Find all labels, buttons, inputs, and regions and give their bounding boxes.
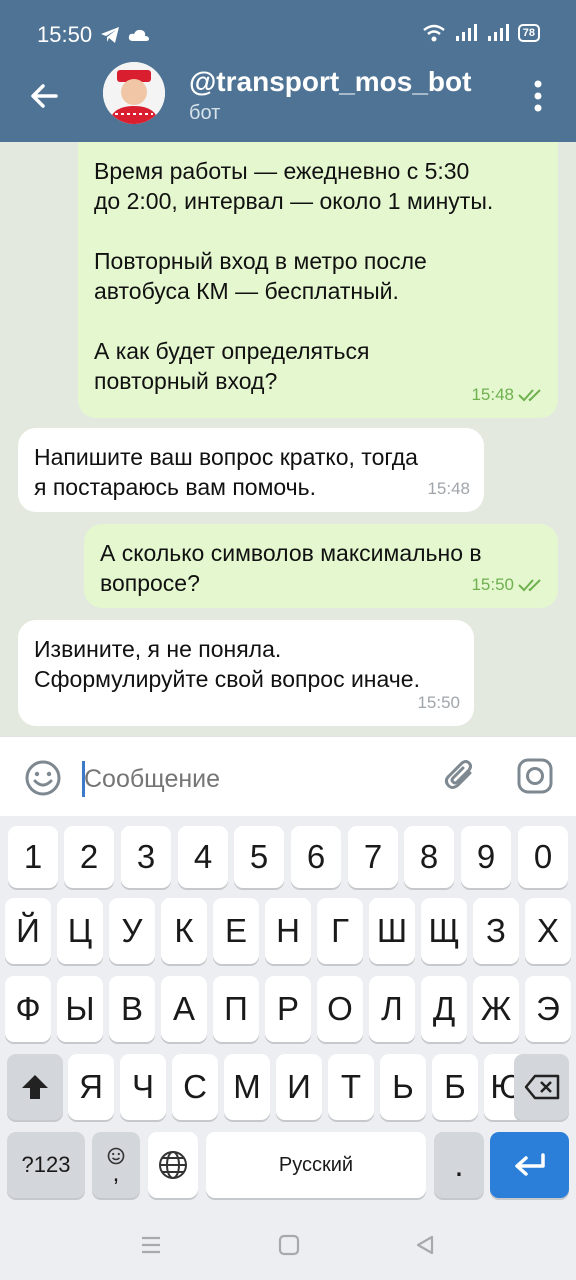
emoji-icon[interactable] bbox=[24, 759, 62, 797]
message-bubble-incoming[interactable]: Извините, я не поняла. Сформулируйте сво… bbox=[18, 620, 474, 726]
key-letter[interactable]: Л bbox=[369, 976, 415, 1042]
chat-header: @transport_mos_bot бот bbox=[0, 52, 576, 142]
key-letter[interactable]: Э bbox=[525, 976, 571, 1042]
key-3[interactable]: 3 bbox=[121, 826, 171, 888]
globe-icon bbox=[159, 1151, 187, 1179]
signal-icon-2 bbox=[487, 24, 509, 41]
key-letter[interactable]: Е bbox=[213, 898, 259, 964]
key-letter[interactable]: А bbox=[161, 976, 207, 1042]
telegram-icon bbox=[101, 27, 119, 43]
attach-icon[interactable] bbox=[442, 757, 480, 795]
enter-arrow-icon bbox=[514, 1153, 545, 1176]
key-letter[interactable]: Т bbox=[328, 1054, 374, 1120]
message-time: 15:50 bbox=[417, 693, 460, 712]
key-4[interactable]: 4 bbox=[178, 826, 228, 888]
key-letter[interactable]: П bbox=[213, 976, 259, 1042]
bot-avatar[interactable] bbox=[103, 62, 165, 124]
message-bubble-outgoing[interactable]: Время работы — ежедневно с 5:30 до 2:00,… bbox=[78, 142, 558, 418]
wifi-icon bbox=[422, 24, 445, 42]
emoji-comma-key[interactable]: , bbox=[92, 1132, 140, 1198]
key-letter[interactable]: З bbox=[473, 898, 519, 964]
key-1[interactable]: 1 bbox=[8, 826, 58, 888]
enter-key[interactable] bbox=[490, 1132, 569, 1198]
back-triangle-icon[interactable] bbox=[414, 1234, 436, 1256]
chat-subtitle: бот bbox=[189, 102, 221, 124]
key-letter[interactable]: С bbox=[172, 1054, 218, 1120]
recents-menu-icon[interactable] bbox=[140, 1236, 162, 1254]
key-letter[interactable]: Ч bbox=[120, 1054, 166, 1120]
key-letter[interactable]: В bbox=[109, 976, 155, 1042]
key-letter[interactable]: Ш bbox=[369, 898, 415, 964]
key-9[interactable]: 9 bbox=[461, 826, 511, 888]
key-letter[interactable]: Щ bbox=[421, 898, 467, 964]
key-letter[interactable]: У bbox=[109, 898, 155, 964]
symbols-key[interactable]: ?123 bbox=[7, 1132, 85, 1198]
key-letter[interactable]: Ь bbox=[380, 1054, 426, 1120]
key-letter[interactable]: Й bbox=[5, 898, 51, 964]
key-7[interactable]: 7 bbox=[348, 826, 398, 888]
message-input[interactable] bbox=[84, 763, 414, 795]
key-0[interactable]: 0 bbox=[518, 826, 568, 888]
key-letter[interactable]: Ц bbox=[57, 898, 103, 964]
avatar-image bbox=[103, 62, 165, 124]
key-5[interactable]: 5 bbox=[234, 826, 284, 888]
shift-key[interactable] bbox=[7, 1054, 63, 1120]
key-2[interactable]: 2 bbox=[64, 826, 114, 888]
double-check-icon bbox=[518, 579, 541, 592]
key-letter[interactable]: Д bbox=[421, 976, 467, 1042]
key-letter[interactable]: О bbox=[317, 976, 363, 1042]
key-8[interactable]: 8 bbox=[404, 826, 454, 888]
shift-icon bbox=[22, 1075, 48, 1099]
key-letter[interactable]: Р bbox=[265, 976, 311, 1042]
battery-indicator: 78 bbox=[517, 24, 540, 42]
comma-label: , bbox=[112, 1160, 120, 1187]
period-key[interactable]: . bbox=[434, 1132, 484, 1198]
home-square-icon[interactable] bbox=[278, 1234, 300, 1256]
message-bubble-outgoing[interactable]: А сколько символов максимально в вопросе… bbox=[84, 524, 558, 608]
status-bar: 15:50 78 bbox=[0, 0, 576, 52]
double-check-icon bbox=[518, 389, 541, 402]
language-key[interactable] bbox=[148, 1132, 198, 1198]
key-letter[interactable]: Б bbox=[432, 1054, 478, 1120]
key-letter[interactable]: И bbox=[276, 1054, 322, 1120]
message-time: 15:48 bbox=[471, 385, 514, 404]
message-list[interactable]: Время работы — ежедневно с 5:30 до 2:00,… bbox=[0, 142, 576, 736]
backspace-icon bbox=[524, 1074, 559, 1100]
key-letter[interactable]: Ы bbox=[57, 976, 103, 1042]
message-bubble-incoming[interactable]: Напишите ваш вопрос кратко, тогда я пост… bbox=[18, 428, 484, 512]
key-letter[interactable]: Ж bbox=[473, 976, 519, 1042]
on-screen-keyboard: 1 2 3 4 5 6 7 8 9 0 Й Ц У К Е Н Г Ш Щ З … bbox=[0, 816, 576, 1210]
system-nav-bar bbox=[0, 1210, 576, 1280]
space-key[interactable]: Русский bbox=[206, 1132, 426, 1198]
message-input-bar bbox=[0, 736, 576, 816]
backspace-key[interactable] bbox=[514, 1054, 569, 1120]
key-letter[interactable]: Г bbox=[317, 898, 363, 964]
message-text: Извините, я не поняла. Сформулируйте сво… bbox=[34, 636, 420, 692]
key-letter[interactable]: М bbox=[224, 1054, 270, 1120]
key-letter[interactable]: Ф bbox=[5, 976, 51, 1042]
message-text: Время работы — ежедневно с 5:30 до 2:00,… bbox=[94, 158, 494, 394]
key-letter[interactable]: К bbox=[161, 898, 207, 964]
more-options-icon[interactable] bbox=[530, 78, 546, 114]
chat-title[interactable]: @transport_mos_bot bbox=[189, 66, 471, 98]
camera-icon[interactable] bbox=[516, 757, 554, 795]
key-letter[interactable]: Я bbox=[68, 1054, 114, 1120]
key-letter[interactable]: Х bbox=[525, 898, 571, 964]
message-time: 15:50 bbox=[471, 575, 514, 594]
signal-icon bbox=[455, 24, 477, 41]
cloud-icon bbox=[128, 29, 149, 41]
status-time: 15:50 bbox=[37, 22, 93, 47]
message-text: Напишите ваш вопрос кратко, тогда я пост… bbox=[34, 444, 418, 500]
key-letter[interactable]: Н bbox=[265, 898, 311, 964]
back-arrow-icon[interactable] bbox=[28, 80, 60, 112]
key-6[interactable]: 6 bbox=[291, 826, 341, 888]
message-time: 15:48 bbox=[427, 479, 470, 498]
